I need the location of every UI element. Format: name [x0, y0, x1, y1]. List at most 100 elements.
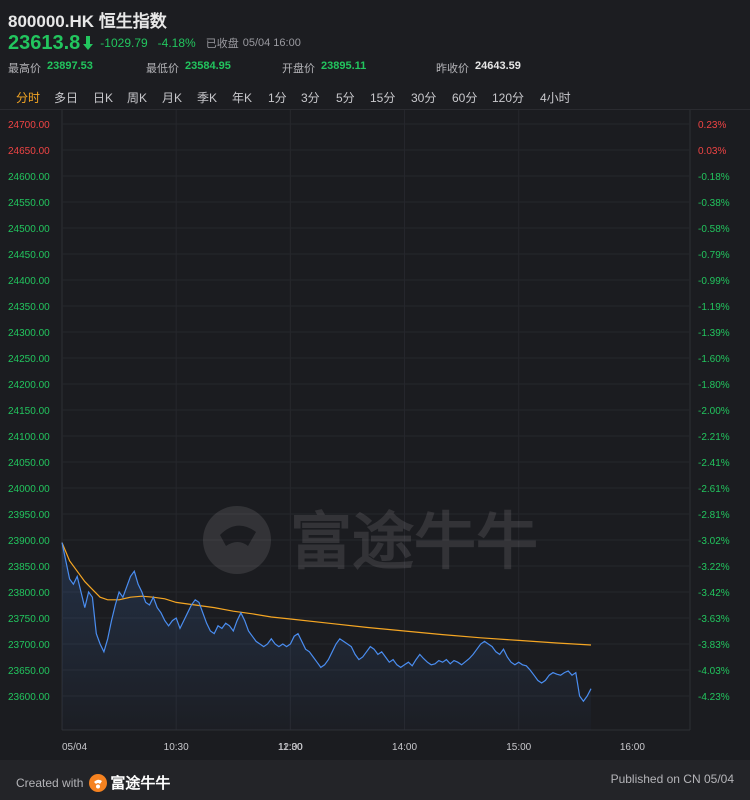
y-tick-label: 23600.00 — [8, 692, 50, 703]
y-tick-label: 24700.00 — [8, 120, 50, 131]
y-tick-label: 24250.00 — [8, 354, 50, 365]
stat-value: 24643.59 — [475, 60, 521, 72]
tab-multi-day[interactable]: 多日 — [54, 89, 78, 106]
y-tick-label: 24100.00 — [8, 432, 50, 443]
footer: Created with 富途牛牛 Published on CN 05/04 — [0, 760, 750, 800]
y-tick-label: 24300.00 — [8, 328, 50, 339]
y-tick-label: 24400.00 — [8, 276, 50, 287]
y-tick-label: 24500.00 — [8, 224, 50, 235]
last-price: 23613.8 — [8, 31, 81, 54]
pct-tick-label: -3.22% — [698, 562, 730, 573]
pct-tick-label: -2.81% — [698, 510, 730, 521]
futu-logo-icon — [89, 773, 108, 792]
tab-intraday[interactable]: 分时 — [16, 89, 40, 106]
price-row: 23613.8 -1029.79 -4.18% 已收盘 05/04 16:00 — [8, 31, 301, 55]
pct-tick-label: -0.58% — [698, 224, 730, 235]
tab-yearly-k[interactable]: 年K — [232, 89, 252, 106]
price-change-pct: -4.18% — [157, 36, 196, 50]
pct-tick-label: -2.21% — [698, 432, 730, 443]
market-status: 已收盘 — [205, 38, 239, 50]
period-tabs: 分时 多日 日K 周K 月K 季K 年K 1分 3分 5分 15分 30分 60… — [0, 84, 750, 110]
y-tick-label: 23900.00 — [8, 536, 50, 547]
y-tick-label: 24000.00 — [8, 484, 50, 495]
tab-monthly-k[interactable]: 月K — [162, 89, 182, 106]
tab-1min[interactable]: 1分 — [268, 89, 287, 106]
tab-3min[interactable]: 3分 — [301, 89, 320, 106]
tab-quarterly-k[interactable]: 季K — [197, 89, 217, 106]
stat-label: 开盘价 — [282, 63, 315, 75]
pct-tick-label: -1.60% — [698, 354, 730, 365]
published-on: Published on CN 05/04 — [610, 772, 734, 786]
tab-daily-k[interactable]: 日K — [93, 89, 113, 106]
stat-value: 23895.11 — [321, 60, 367, 72]
x-tick-label: 10:30 — [164, 742, 189, 753]
stat-open: 开盘价 23895.11 — [282, 60, 366, 76]
quote-header: 800000.HK 恒生指数 23613.8 -1029.79 -4.18% 已… — [0, 0, 750, 84]
brand-name: 富途牛牛 — [110, 775, 171, 792]
y-tick-label: 24050.00 — [8, 458, 50, 469]
pct-tick-label: -0.18% — [698, 172, 730, 183]
tab-weekly-k[interactable]: 周K — [127, 89, 147, 106]
y-tick-label: 23700.00 — [8, 640, 50, 651]
pct-tick-label: -0.79% — [698, 250, 730, 261]
y-tick-label: 23800.00 — [8, 588, 50, 599]
stat-value: 23584.95 — [185, 60, 231, 72]
tab-30min[interactable]: 30分 — [411, 89, 436, 106]
y-tick-label: 24600.00 — [8, 172, 50, 183]
page-title: 800000.HK 恒生指数 — [8, 12, 167, 31]
pct-tick-label: -3.63% — [698, 614, 730, 625]
x-tick-label: 12:00 — [278, 742, 303, 753]
x-tick-label: 14:00 — [392, 742, 417, 753]
pct-tick-label: -1.80% — [698, 380, 730, 391]
stat-label: 最高价 — [8, 63, 41, 75]
pct-tick-label: -2.41% — [698, 458, 730, 469]
stat-prev-close: 昨收价 24643.59 — [436, 60, 521, 76]
y-tick-label: 24550.00 — [8, 198, 50, 209]
pct-tick-label: -0.38% — [698, 198, 730, 209]
watermark-logo: 富途牛牛 — [203, 506, 538, 577]
y-tick-label: 24450.00 — [8, 250, 50, 261]
created-with-label: Created with — [16, 775, 84, 790]
y-tick-label: 24150.00 — [8, 406, 50, 417]
tab-60min[interactable]: 60分 — [452, 89, 477, 106]
tab-120min[interactable]: 120分 — [492, 89, 524, 106]
x-tick-label: 05/04 — [62, 742, 87, 753]
arrow-down-icon — [83, 36, 94, 50]
tab-4hour[interactable]: 4小时 — [540, 89, 571, 106]
brand-logo: 富途牛牛 — [89, 772, 170, 793]
y-tick-label: 24200.00 — [8, 380, 50, 391]
pct-tick-label: -2.61% — [698, 484, 730, 495]
tab-5min[interactable]: 5分 — [336, 89, 355, 106]
watermark-text: 富途牛牛 — [290, 508, 538, 577]
tab-15min[interactable]: 15分 — [370, 89, 395, 106]
stat-low: 最低价 23584.95 — [146, 60, 231, 76]
chart-canvas[interactable]: 富途牛牛 24700.00 24650.00 24600.00 24550.00 245… — [0, 110, 750, 760]
y-tick-label: 23650.00 — [8, 666, 50, 677]
stat-value: 23897.53 — [47, 60, 93, 72]
intraday-chart[interactable]: 富途牛牛 24700.00 24650.00 24600.00 24550.00 245… — [0, 110, 750, 760]
pct-tick-label: -1.39% — [698, 328, 730, 339]
pct-tick-label: 0.23% — [698, 120, 726, 131]
created-with: Created with 富途牛牛 — [16, 772, 170, 793]
stat-label: 昨收价 — [436, 63, 469, 75]
pct-tick-label: -4.03% — [698, 666, 730, 677]
stats-row: 最高价 23897.53 最低价 23584.95 开盘价 23895.11 昨… — [8, 60, 748, 76]
pct-tick-label: 0.03% — [698, 146, 726, 157]
y-tick-label: 23750.00 — [8, 614, 50, 625]
x-tick-label: 15:00 — [506, 742, 531, 753]
pct-tick-label: -4.23% — [698, 692, 730, 703]
y-tick-label: 24350.00 — [8, 302, 50, 313]
price-change: -1029.79 — [100, 36, 148, 50]
stat-high: 最高价 23897.53 — [8, 60, 93, 76]
pct-tick-label: -2.00% — [698, 406, 730, 417]
pct-tick-label: -3.42% — [698, 588, 730, 599]
quote-time: 05/04 16:00 — [242, 37, 301, 49]
pct-tick-label: -3.02% — [698, 536, 730, 547]
x-tick-label: 16:00 — [620, 742, 645, 753]
pct-tick-label: -3.83% — [698, 640, 730, 651]
y-tick-label: 23950.00 — [8, 510, 50, 521]
y-tick-label: 23850.00 — [8, 562, 50, 573]
stat-label: 最低价 — [146, 63, 179, 75]
y-tick-label: 24650.00 — [8, 146, 50, 157]
pct-tick-label: -1.19% — [698, 302, 730, 313]
